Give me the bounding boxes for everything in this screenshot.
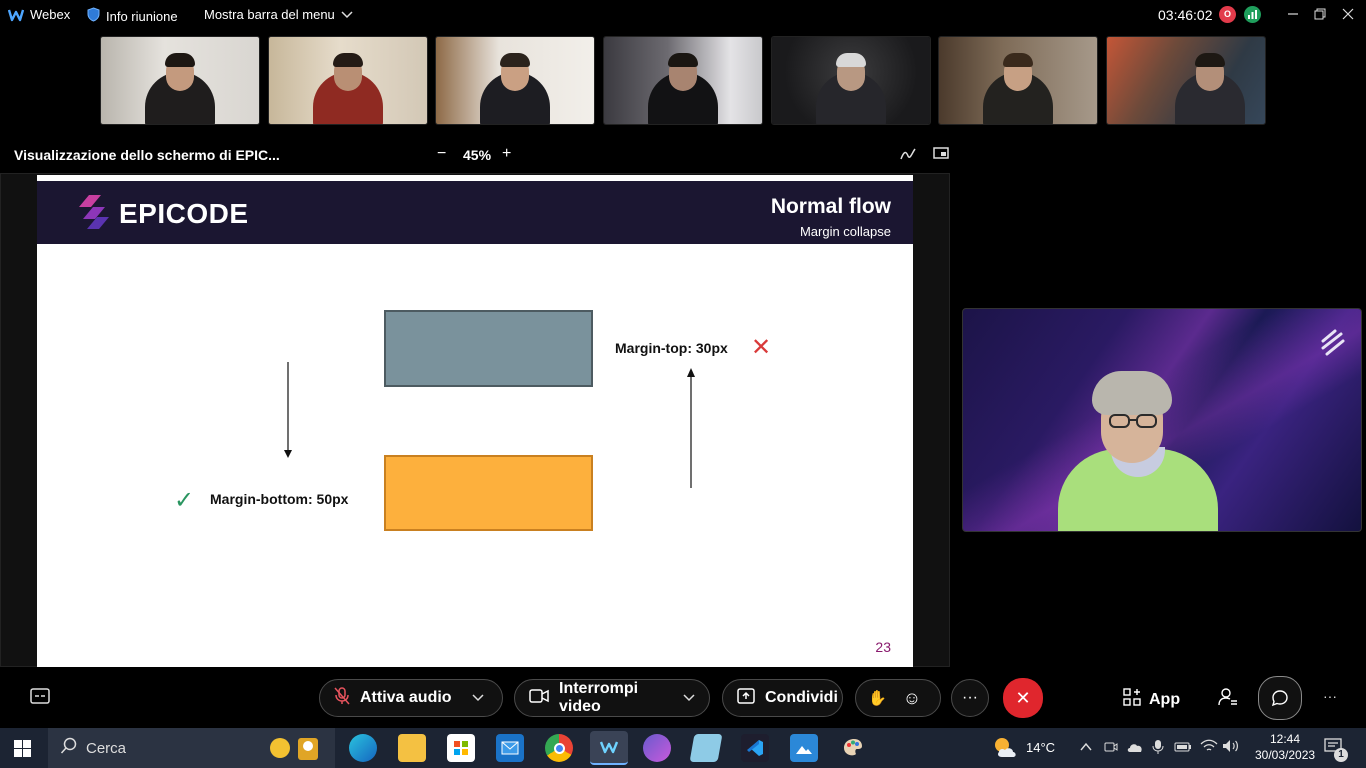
recording-badge[interactable]: O [1219, 6, 1236, 23]
apps-grid-icon [1123, 688, 1141, 711]
margin-top-label: Margin-top: 30px [615, 340, 728, 356]
clock-time: 12:44 [1269, 732, 1301, 746]
video-camera-icon [529, 688, 549, 708]
up-arrow-icon [687, 368, 695, 488]
presenter-hair [1092, 371, 1172, 415]
down-arrow-icon [284, 362, 292, 458]
photos-app-icon[interactable] [790, 734, 818, 762]
chevron-down-icon [341, 7, 353, 22]
camera-tray-icon[interactable] [1104, 740, 1118, 759]
epicode-logo-icon [79, 193, 113, 236]
search-icon [60, 737, 78, 759]
share-screen-icon [737, 687, 755, 709]
paint-app-icon[interactable] [839, 734, 867, 762]
margin-bottom-label: Margin-bottom: 50px [210, 491, 349, 507]
unmute-audio-button[interactable]: Attiva audio [319, 679, 503, 717]
zoom-level: 45% [463, 147, 492, 163]
share-toolbar: Visualizzazione dello schermo di EPIC...… [0, 140, 960, 170]
participant-video-4[interactable] [603, 36, 763, 125]
mic-muted-icon [334, 686, 350, 710]
vscode-icon[interactable] [741, 734, 769, 762]
glasses-icon [1109, 414, 1157, 428]
meeting-timer: 03:46:02 [1158, 7, 1213, 23]
epicode-logo-text: EPICODE [119, 198, 249, 229]
network-stats-icon[interactable] [1244, 6, 1261, 23]
mail-icon[interactable] [496, 734, 524, 762]
end-call-button[interactable]: ✕ [1003, 678, 1043, 718]
participants-icon[interactable] [1218, 688, 1238, 711]
check-mark-icon: ✓ [174, 487, 195, 514]
weather-icon[interactable] [992, 735, 1020, 764]
webex-taskbar-icon[interactable] [590, 731, 628, 765]
microphone-tray-icon[interactable] [1152, 739, 1164, 760]
x-mark-icon: ✕ [751, 334, 772, 361]
reactions-icon[interactable]: ☺ [903, 688, 921, 709]
grey-block [384, 310, 593, 387]
app-name: Webex [7, 7, 70, 22]
shared-screen-title: Visualizzazione dello schermo di EPIC... [14, 147, 280, 163]
window-titlebar: Webex Info riunione Mostra barra del men… [0, 0, 1366, 30]
overflow-menu-icon[interactable]: ··· [1323, 688, 1337, 704]
screen-view-icon[interactable] [933, 147, 949, 164]
file-explorer-icon[interactable] [398, 734, 426, 762]
microsoft-store-icon[interactable] [447, 734, 475, 762]
close-icon[interactable] [1338, 5, 1358, 25]
participant-video-5[interactable] [771, 36, 931, 125]
chevron-down-icon[interactable] [683, 689, 695, 707]
participant-video-2[interactable] [268, 36, 428, 125]
notification-count-badge: 1 [1334, 748, 1348, 762]
presenter-video[interactable] [962, 308, 1362, 532]
more-options-button[interactable]: ··· [951, 679, 989, 717]
participant-video-7[interactable] [1106, 36, 1266, 125]
edge-browser-icon[interactable] [349, 734, 377, 762]
hand-reactions-group: ✋ ☺ [855, 679, 941, 717]
windows-start-icon[interactable] [14, 740, 31, 762]
chevron-down-icon[interactable] [472, 689, 484, 707]
slide-page-number: 23 [875, 639, 891, 655]
share-button[interactable]: Condividi [722, 679, 843, 717]
slide-subtitle: Margin collapse [799, 224, 891, 239]
minimize-icon[interactable] [1283, 5, 1303, 25]
show-menu-bar-button[interactable]: Mostra barra del menu [204, 7, 353, 22]
stop-video-button[interactable]: Interrompi video [514, 679, 710, 717]
restore-icon[interactable] [1310, 5, 1330, 25]
zoom-out-button[interactable]: − [437, 145, 446, 163]
slide-title: Normal flow [770, 195, 891, 218]
onedrive-cloud-icon[interactable] [1126, 740, 1144, 758]
copilot-icon[interactable] [643, 734, 671, 762]
weather-temperature: 14°C [1026, 740, 1056, 755]
webex-logo-icon [7, 8, 25, 22]
tray-chevron-up-icon[interactable] [1080, 739, 1092, 757]
annotate-icon[interactable] [900, 147, 916, 164]
chat-button[interactable] [1258, 676, 1302, 720]
chrome-browser-icon[interactable] [545, 734, 573, 762]
apps-button[interactable]: App [1123, 688, 1180, 711]
search-highlight-icon [268, 734, 324, 766]
chat-bubble-icon [1271, 690, 1288, 707]
captions-icon[interactable] [30, 688, 50, 709]
shield-icon [87, 7, 100, 25]
meeting-controls: Attiva audio Interrompi video Condividi … [0, 675, 1366, 721]
slide-header: EPICODE Normal flow Margin collapse [37, 181, 913, 244]
participant-video-1[interactable] [100, 36, 260, 125]
taskbar-clock[interactable]: 12:44 30/03/2023 [1255, 731, 1315, 763]
raise-hand-icon[interactable]: ✋ [868, 689, 887, 707]
participant-video-6[interactable] [938, 36, 1098, 125]
wifi-icon[interactable] [1200, 739, 1218, 758]
participant-video-3[interactable] [435, 36, 595, 125]
taskbar-search-box[interactable]: Cerca [48, 728, 335, 768]
meeting-info-button[interactable]: Info riunione [87, 7, 178, 25]
volume-icon[interactable] [1222, 739, 1240, 758]
clock-date: 30/03/2023 [1255, 748, 1316, 762]
notes-app-icon[interactable] [689, 734, 723, 762]
orange-block [384, 455, 593, 531]
windows-taskbar: Cerca 14°C 12:44 30/03/2023 1 [0, 728, 1366, 768]
battery-icon[interactable] [1174, 740, 1192, 758]
epicode-watermark-icon [1319, 329, 1347, 362]
presentation-slide: EPICODE Normal flow Margin collapse Marg… [37, 175, 913, 667]
zoom-in-button[interactable]: + [502, 145, 511, 163]
